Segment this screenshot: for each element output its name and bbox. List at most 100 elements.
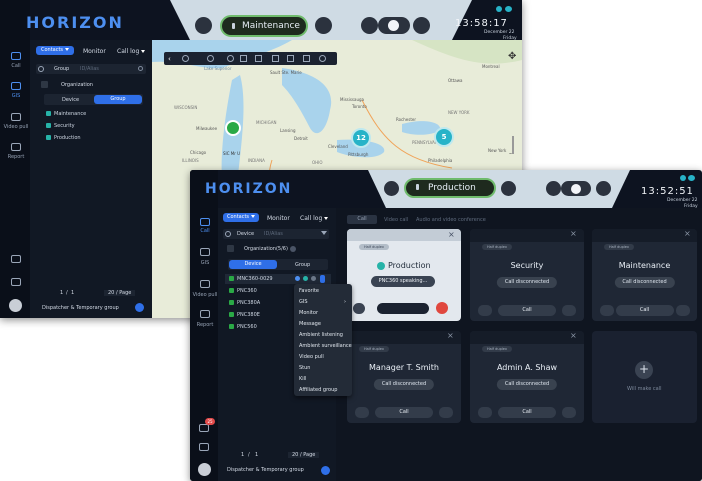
add-icon[interactable] — [321, 466, 330, 475]
subtab-call[interactable]: Call — [347, 215, 377, 224]
tool-icon[interactable] — [272, 55, 279, 62]
close-icon[interactable]: × — [684, 230, 691, 238]
device-msg-icon[interactable] — [311, 276, 316, 281]
settings-icon[interactable] — [38, 66, 44, 72]
search-input[interactable]: ID/Alias — [264, 231, 283, 237]
add-call-card[interactable]: + Will make call — [592, 331, 697, 423]
filter-icon[interactable] — [321, 231, 327, 235]
call-button[interactable]: Call — [615, 305, 674, 316]
call-button[interactable]: Call — [375, 407, 433, 418]
group-item-production[interactable]: Production — [54, 135, 81, 141]
group-item-maintenance[interactable]: Maintenance — [54, 111, 86, 117]
call-button[interactable]: Call — [498, 407, 556, 418]
tool-icon[interactable] — [207, 55, 214, 62]
close-icon[interactable]: × — [448, 231, 455, 239]
list-icon[interactable] — [413, 17, 430, 34]
settings-icon[interactable] — [562, 407, 576, 418]
settings-icon[interactable] — [439, 407, 453, 418]
close-icon[interactable]: × — [570, 230, 577, 238]
device-marker[interactable] — [225, 120, 241, 136]
segment-group[interactable]: Group — [94, 95, 142, 104]
call-card-security[interactable]: Half duplex × Security Call disconnected… — [470, 229, 584, 321]
tool-icon[interactable] — [255, 55, 262, 62]
gis-icon[interactable] — [11, 82, 21, 90]
back-icon[interactable]: ‹ — [168, 55, 171, 63]
group-item-security[interactable]: Security — [54, 123, 75, 129]
close-icon[interactable]: × — [570, 332, 577, 340]
channel-prev-button[interactable] — [195, 17, 212, 34]
add-icon[interactable] — [135, 303, 144, 312]
close-icon[interactable]: × — [447, 332, 454, 340]
device-item[interactable]: PNC560 — [237, 324, 257, 330]
tool-icon[interactable] — [303, 55, 310, 62]
report-icon[interactable] — [200, 310, 210, 318]
message-icon[interactable] — [199, 443, 209, 451]
call-card-manager[interactable]: Half duplex × Manager T. Smith Call disc… — [347, 331, 461, 423]
subtab-conference[interactable]: Audio and video conference — [416, 217, 486, 223]
menu-item-ambient-listening[interactable]: Ambient listening — [299, 332, 343, 338]
call-card-maintenance[interactable]: Half duplex × Maintenance Call disconnec… — [592, 229, 697, 321]
search-icon[interactable] — [138, 66, 143, 71]
video-icon[interactable] — [355, 407, 369, 418]
call-card-production[interactable]: Half duplex × Production PNC360 speaking… — [347, 229, 461, 321]
segment-device[interactable]: Device — [229, 260, 277, 269]
collapse-icon[interactable] — [227, 245, 234, 252]
menu-item-stun[interactable]: Stun — [299, 365, 310, 371]
menu-item-message[interactable]: Message — [299, 321, 321, 327]
settings-icon[interactable] — [562, 305, 576, 316]
call-icon[interactable] — [200, 218, 210, 226]
cluster-marker[interactable]: 5 — [434, 127, 454, 147]
device-gps-icon[interactable] — [295, 276, 300, 281]
avatar[interactable] — [198, 463, 211, 476]
subtab-video-call[interactable]: Video call — [384, 217, 408, 223]
tool-icon[interactable] — [287, 55, 294, 62]
tool-icon[interactable] — [182, 55, 189, 62]
tool-icon[interactable] — [227, 55, 234, 62]
menu-item-ambient-surveillance[interactable]: Ambient surveillance — [299, 343, 352, 349]
gis-icon[interactable] — [200, 248, 210, 256]
alarm-icon[interactable] — [199, 424, 209, 432]
pan-icon[interactable]: ✥ — [508, 52, 518, 62]
call-card-admin[interactable]: Half duplex × Admin A. Shaw Call disconn… — [470, 331, 584, 423]
menu-item-kill[interactable]: Kill — [299, 376, 306, 382]
settings-icon[interactable] — [225, 231, 231, 237]
call-icon[interactable] — [11, 52, 21, 60]
tab-monitor[interactable]: Monitor — [267, 215, 290, 222]
segment-group[interactable]: Group — [295, 262, 310, 268]
tab-contacts[interactable]: Contacts — [223, 213, 259, 222]
filter-select[interactable]: Device — [237, 231, 254, 237]
menu-item-affiliated-group[interactable]: Affiliated group — [299, 387, 337, 393]
filter-select[interactable]: Group — [54, 66, 69, 72]
footer-dispatcher[interactable]: Dispatcher & Temporary group — [227, 467, 304, 473]
video-icon[interactable] — [478, 305, 492, 316]
hangup-icon[interactable] — [436, 302, 448, 314]
device-call-icon[interactable] — [303, 276, 308, 281]
avatar[interactable] — [9, 299, 22, 312]
collapse-icon[interactable] — [41, 81, 48, 88]
menu-item-monitor[interactable]: Monitor — [299, 310, 318, 316]
menu-item-video-pull[interactable]: Video pull — [299, 354, 324, 360]
tool-icon[interactable] — [240, 55, 247, 62]
call-button[interactable]: Call — [498, 305, 556, 316]
tab-call-log[interactable]: Call log — [117, 48, 146, 55]
footer-dispatcher[interactable]: Dispatcher & Temporary group — [42, 305, 119, 311]
zoom-slider[interactable] — [512, 136, 514, 154]
message-icon[interactable] — [11, 278, 21, 286]
device-item[interactable]: PNC380E — [237, 312, 260, 318]
zoom-out-icon[interactable]: – — [509, 150, 512, 157]
video-pull-icon[interactable] — [11, 113, 21, 121]
chat-icon[interactable] — [315, 17, 332, 34]
more-icon[interactable] — [320, 275, 325, 283]
device-item[interactable]: PNC360 — [237, 288, 257, 294]
report-icon[interactable] — [11, 143, 21, 151]
list-icon[interactable] — [596, 181, 611, 196]
device-item[interactable]: PNC380A — [237, 300, 260, 306]
tool-icon[interactable] — [319, 55, 326, 62]
device-item[interactable]: MNC360-0029 — [237, 276, 273, 282]
menu-item-favorite[interactable]: Favorite — [299, 288, 319, 294]
tab-contacts[interactable]: Contacts — [36, 46, 74, 55]
ptt-button[interactable] — [361, 17, 378, 34]
video-icon[interactable] — [478, 407, 492, 418]
chat-icon[interactable] — [501, 181, 516, 196]
tab-call-log[interactable]: Call log — [300, 215, 329, 222]
